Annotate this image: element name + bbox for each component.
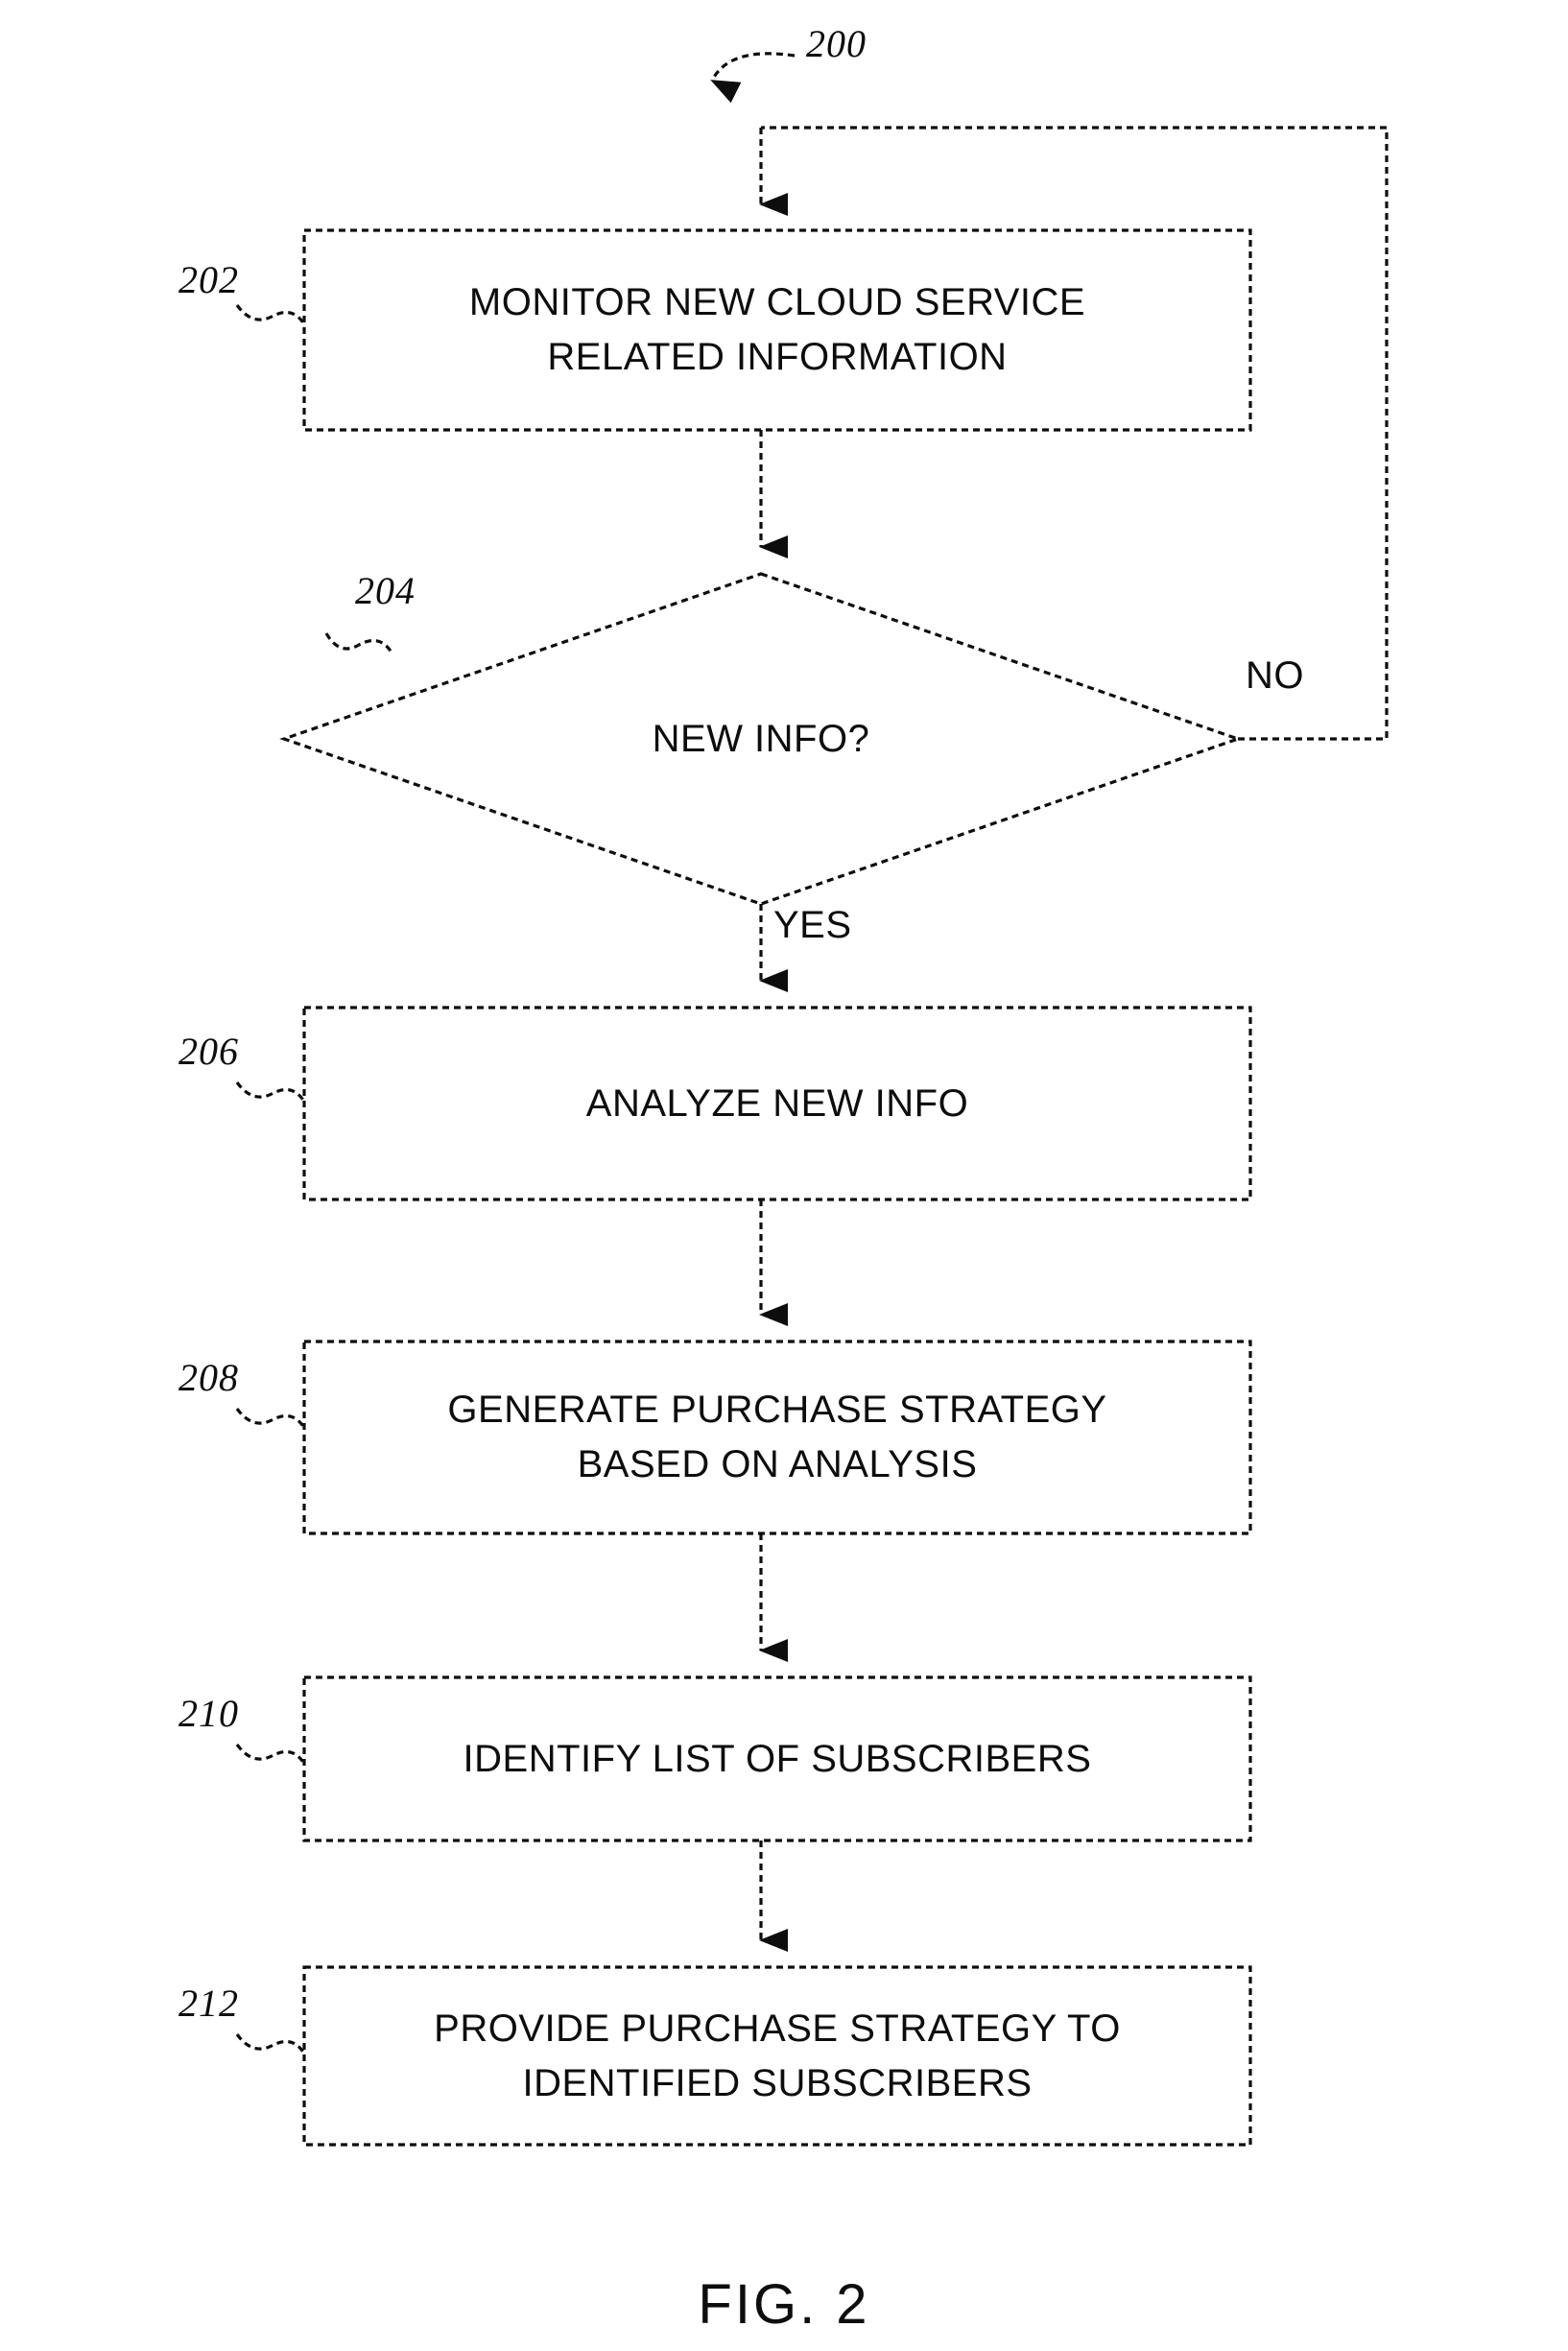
edge-label-yes: YES [773,904,852,946]
leader-line-210 [235,1744,306,1765]
reference-numeral-204: 204 [355,569,416,612]
reference-numeral-210: 210 [178,1692,239,1735]
reference-numeral-208: 208 [178,1356,239,1399]
leader-line-206 [235,1081,306,1103]
process-box-208 [302,1340,1252,1535]
reference-numeral-212: 212 [178,1982,239,2025]
process-box-202 [302,228,1252,432]
connector-204-no-feedback-loop [761,126,1389,741]
reference-numeral-206: 206 [178,1030,239,1073]
leader-line-208 [235,1408,306,1429]
reference-numeral-202: 202 [178,258,239,301]
decision-diamond-204 [279,572,1243,906]
edge-label-no: NO [1246,654,1304,697]
patent-figure-page: 200 MONITOR NEW CLOUD SERVICE RELATED IN… [0,0,1568,2351]
leader-line-212 [235,2033,306,2054]
reference-numeral-200: 200 [806,22,867,65]
process-box-210 [302,1675,1252,1842]
leader-line-202 [235,304,306,325]
process-box-212 [302,1965,1252,2147]
figure-caption: FIG. 2 [698,2273,870,2336]
leader-line-204 [324,632,393,653]
leader-line-200 [710,52,796,104]
process-box-206 [302,1006,1252,1201]
